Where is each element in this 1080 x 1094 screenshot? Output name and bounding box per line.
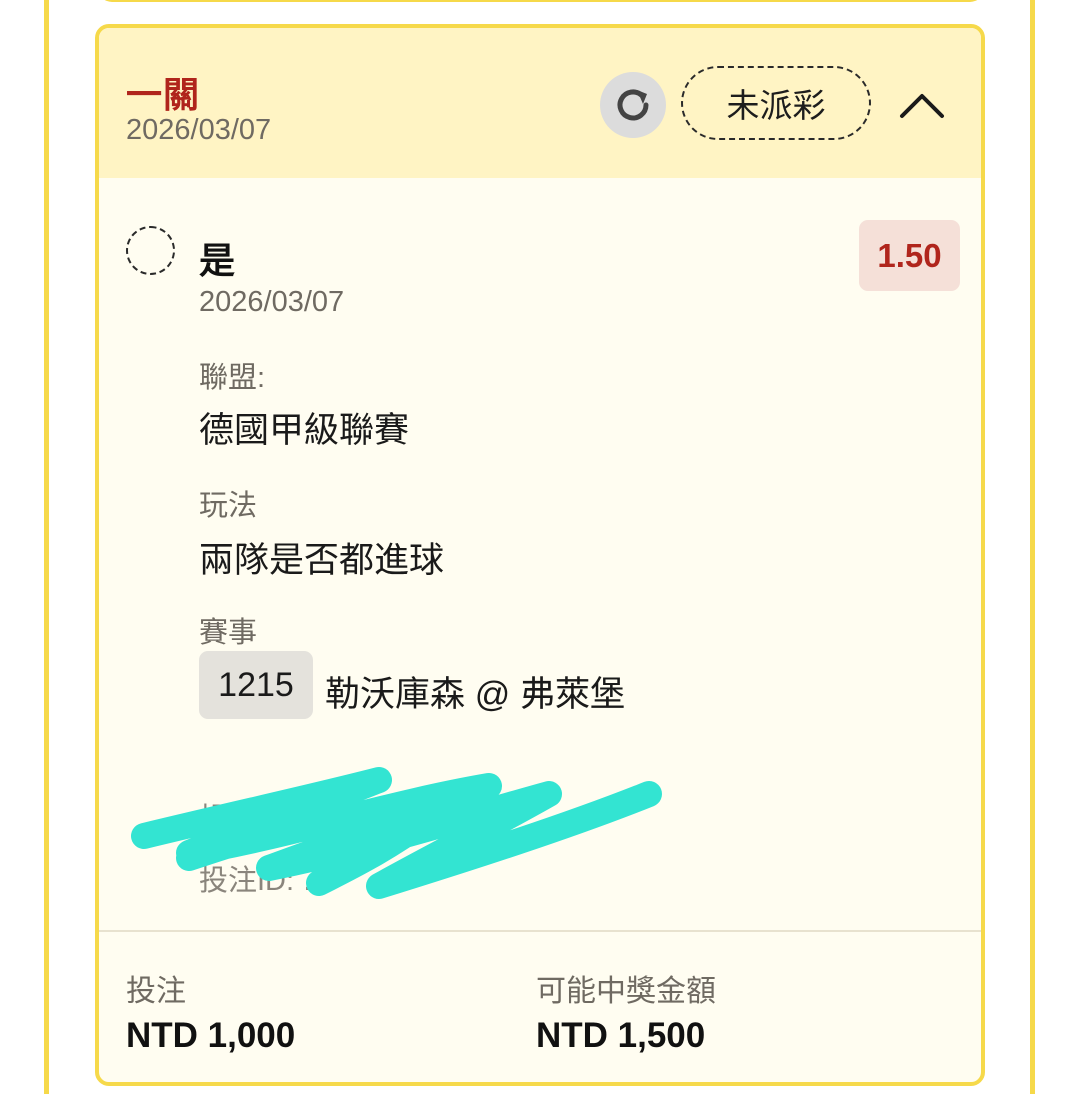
payout-label: 可能中獎金額 — [536, 975, 716, 1008]
selection-date: 2026/03/07 — [199, 286, 345, 318]
refresh-icon — [617, 89, 649, 121]
payout-value: NTD 1,500 — [536, 1016, 706, 1055]
selection-radio[interactable] — [126, 226, 175, 275]
redaction-scribble — [131, 767, 662, 899]
refresh-button[interactable] — [600, 72, 666, 138]
selection-label: 是 — [199, 240, 236, 281]
odds-badge: 1.50 — [859, 220, 960, 291]
stake-value: NTD 1,000 — [126, 1016, 296, 1055]
bet-type-title: 一關 — [126, 74, 201, 115]
stake-label: 投注 — [126, 975, 186, 1008]
collapse-button[interactable] — [889, 72, 955, 138]
match-id-badge: 1215 — [199, 651, 313, 719]
previous-card-edge — [98, 0, 984, 2]
market-value: 兩隊是否都進球 — [199, 541, 445, 580]
chevron-up-icon — [900, 94, 944, 118]
left-rail — [44, 0, 49, 1094]
bet-history-page: 一關 2026/03/07 未派彩 是 1.50 2026/03/07 聯盟: … — [0, 0, 1080, 1094]
bet-date: 2026/03/07 — [126, 114, 272, 146]
bet-card: 一關 2026/03/07 未派彩 是 1.50 2026/03/07 聯盟: … — [95, 24, 985, 1086]
event-label: 賽事 — [199, 617, 258, 649]
match-teams: 勒沃庫森 @ 弗萊堡 — [325, 675, 625, 714]
right-rail — [1030, 0, 1035, 1094]
bet-card-header[interactable]: 一關 2026/03/07 未派彩 — [99, 28, 981, 178]
footer-divider — [99, 930, 981, 932]
league-label: 聯盟: — [199, 362, 266, 394]
market-label: 玩法 — [199, 490, 258, 522]
status-badge: 未派彩 — [681, 66, 871, 140]
league-value: 德國甲級聯賽 — [199, 411, 410, 450]
